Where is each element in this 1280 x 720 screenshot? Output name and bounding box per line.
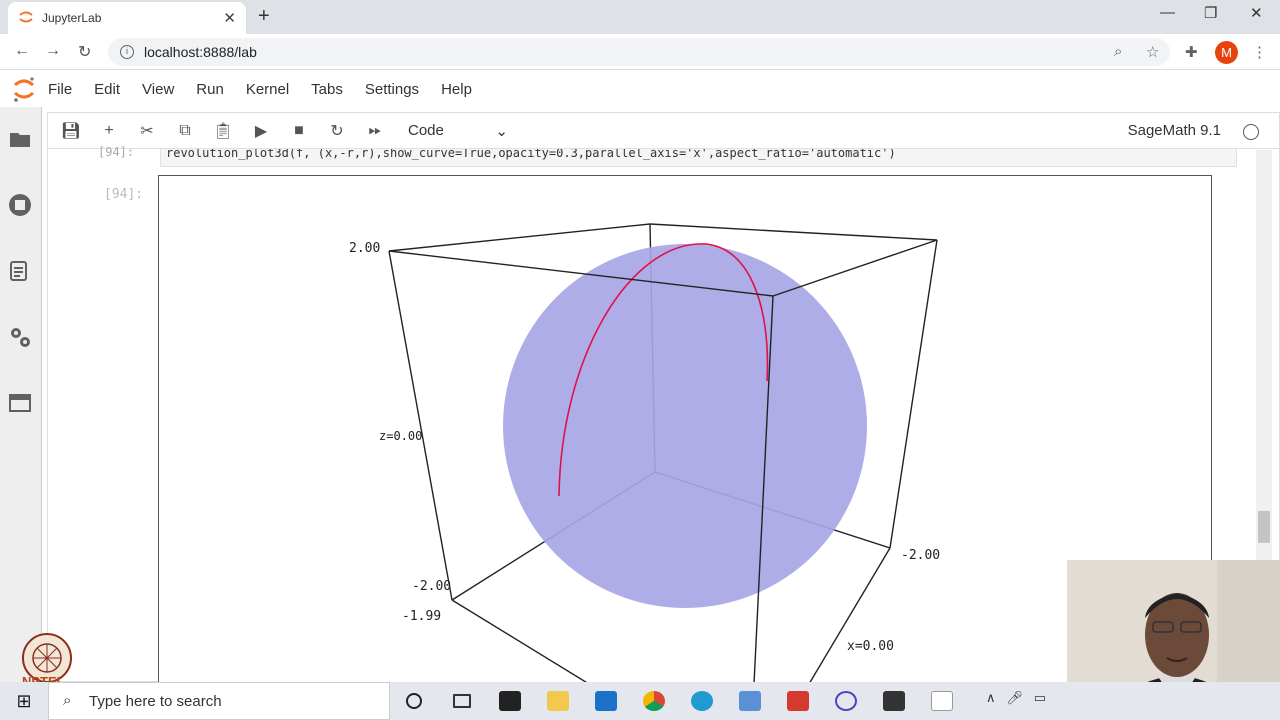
menu-tabs[interactable]: Tabs	[311, 81, 343, 98]
command-palette-icon[interactable]	[8, 259, 32, 283]
menu-edit[interactable]: Edit	[94, 81, 120, 98]
back-icon[interactable]: ←	[14, 42, 30, 60]
system-tray-icons[interactable]: ∧ 🎤︎ ▭	[986, 690, 1046, 706]
store-icon[interactable]	[486, 682, 534, 720]
jupyter-menubar: File Edit View Run Kernel Tabs Settings …	[0, 71, 1280, 107]
menu-settings[interactable]: Settings	[365, 81, 419, 98]
left-sidebar	[0, 107, 42, 682]
search-icon: ⌕	[63, 692, 72, 709]
new-tab-button[interactable]: +	[258, 5, 270, 28]
jupyter-favicon-icon	[18, 9, 34, 28]
browser-tab-strip: JupyterLab ✕ + — ❐ ✕	[0, 0, 1280, 34]
axis-label-top: 2.00	[349, 241, 380, 256]
minimize-icon[interactable]: —	[1160, 4, 1175, 21]
axis-label-bottom-left: -2.00	[412, 579, 451, 594]
windows-start-icon[interactable]: ⊞	[0, 691, 48, 712]
property-inspector-icon[interactable]	[8, 325, 32, 349]
run-all-icon[interactable]: ⏩︎	[356, 122, 394, 140]
geometry-app-icon[interactable]	[822, 682, 870, 720]
paste-icon[interactable]: 📋︎	[204, 121, 242, 141]
menu-run[interactable]: Run	[196, 81, 224, 98]
cut-icon[interactable]: ✂	[128, 121, 166, 141]
file-explorer-icon[interactable]	[534, 682, 582, 720]
nptel-logo: NPTEL	[22, 633, 72, 688]
bookmark-star-icon[interactable]: ☆	[1146, 43, 1159, 61]
running-kernels-icon[interactable]	[8, 193, 32, 217]
axis-label-right: -2.00	[901, 548, 940, 563]
notepad-icon[interactable]	[918, 682, 966, 720]
cell-type-value: Code	[408, 121, 444, 139]
sphere-surface	[503, 244, 867, 608]
plot3d-output[interactable]: 2.00 z=0.00 -2.00 -1.99 -2.00 x=0.00	[158, 175, 1212, 683]
axis-label-z: z=0.00	[379, 429, 422, 443]
chrome-icon[interactable]	[630, 682, 678, 720]
copy-icon[interactable]: ⧉	[166, 122, 204, 140]
stop-icon[interactable]: ■	[280, 122, 318, 140]
cortana-icon[interactable]	[390, 682, 438, 720]
menu-kernel[interactable]: Kernel	[246, 81, 289, 98]
url-text: localhost:8888/lab	[144, 44, 257, 60]
extensions-icon[interactable]: ✚	[1185, 43, 1198, 61]
run-icon[interactable]: ▶	[242, 121, 280, 141]
code-cell-input[interactable]: revolution_plot3d(f, (x,-r,r),show_curve…	[160, 149, 1237, 167]
reload-icon[interactable]: ↻	[78, 42, 91, 62]
presentation-app-icon[interactable]	[774, 682, 822, 720]
task-view-icon[interactable]	[438, 682, 486, 720]
browser-toolbar: ← → ↻ i localhost:8888/lab ⌕ ☆ ✚ ⋮	[0, 34, 1280, 70]
kernel-status-icon	[1243, 124, 1259, 140]
menu-view[interactable]: View	[142, 81, 174, 98]
terminal-icon[interactable]	[870, 682, 918, 720]
axis-label-x: x=0.00	[847, 639, 894, 654]
restart-icon[interactable]: ↻	[318, 121, 356, 141]
tab-title: JupyterLab	[42, 11, 102, 25]
cell-type-dropdown[interactable]: Code ⌄	[408, 122, 508, 140]
maximize-icon[interactable]: ❐	[1204, 4, 1217, 22]
profile-avatar[interactable]: M	[1215, 41, 1238, 64]
jupyter-logo-icon	[0, 75, 48, 103]
zoom-icon[interactable]: ⌕	[1114, 43, 1122, 60]
chevron-down-icon: ⌄	[495, 122, 508, 140]
output-prompt: [94]:	[104, 187, 144, 202]
scrollbar-thumb[interactable]	[1258, 511, 1270, 543]
browser-menu-icon[interactable]: ⋮	[1252, 43, 1267, 61]
address-bar[interactable]: i localhost:8888/lab	[108, 38, 1170, 66]
close-window-icon[interactable]: ✕	[1250, 4, 1263, 22]
mail-icon[interactable]	[582, 682, 630, 720]
forward-icon[interactable]: →	[45, 42, 61, 60]
search-placeholder: Type here to search	[89, 692, 222, 710]
windows-taskbar: ⊞ ⌕ Type here to search	[0, 682, 1280, 720]
revolution-plot-svg: 2.00 z=0.00 -2.00 -1.99 -2.00 x=0.00	[349, 223, 940, 683]
folder-icon[interactable]	[8, 127, 32, 151]
input-prompt: [94]:	[98, 145, 135, 159]
app-icon[interactable]	[726, 682, 774, 720]
site-info-icon[interactable]: i	[120, 45, 134, 59]
menu-file[interactable]: File	[48, 81, 72, 98]
menu-help[interactable]: Help	[441, 81, 472, 98]
taskbar-search-box[interactable]: ⌕ Type here to search	[48, 682, 390, 720]
save-icon[interactable]: 💾︎	[52, 121, 90, 141]
close-tab-icon[interactable]: ✕	[223, 9, 236, 27]
notebook-toolbar: 💾︎ + ✂ ⧉ 📋︎ ▶ ■ ↻ ⏩︎ Code ⌄	[48, 113, 1280, 149]
axis-label-bottom-left-2: -1.99	[402, 609, 441, 624]
kernel-name[interactable]: SageMath 9.1	[1128, 122, 1221, 139]
tabs-icon[interactable]	[8, 391, 32, 415]
browser-tab[interactable]: JupyterLab ✕	[8, 2, 246, 34]
edge-icon[interactable]	[678, 682, 726, 720]
insert-cell-icon[interactable]: +	[90, 122, 128, 140]
